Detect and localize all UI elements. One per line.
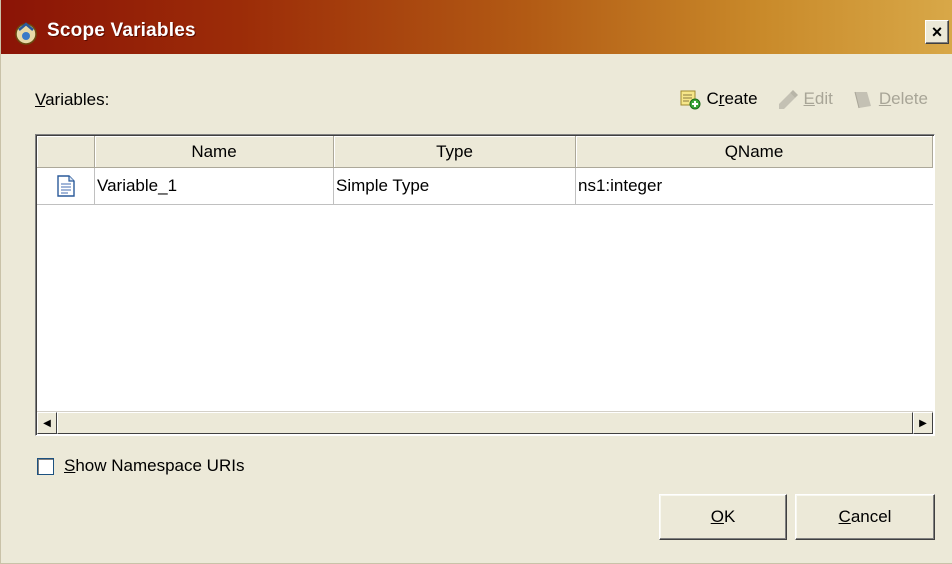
create-icon <box>680 90 701 110</box>
scroll-thumb[interactable] <box>57 412 913 434</box>
variables-label: Variables: <box>35 90 110 109</box>
show-namespace-label[interactable]: Show Namespace URIs <box>64 456 244 476</box>
cancel-button[interactable]: Cancel <box>795 494 935 540</box>
arrow-right-icon: ▶ <box>919 417 927 429</box>
cell-type[interactable]: Simple Type <box>334 168 576 204</box>
variables-toolbar: Create Edit Delete <box>678 88 928 110</box>
ok-button[interactable]: OK <box>659 494 787 540</box>
show-namespace-checkbox[interactable] <box>37 457 54 475</box>
column-header-name[interactable]: Name <box>95 136 334 168</box>
show-namespace-option[interactable]: Show Namespace URIs <box>37 456 244 476</box>
horizontal-scrollbar[interactable]: ◀ ▶ <box>37 411 933 434</box>
header-icon-column <box>37 136 95 168</box>
scroll-right-button[interactable]: ▶ <box>913 412 933 434</box>
create-button[interactable]: Create <box>678 88 758 110</box>
close-icon: × <box>931 22 943 42</box>
column-header-type[interactable]: Type <box>334 136 576 168</box>
scope-variables-dialog: Scope Variables × Variables: Create Edit <box>0 0 952 564</box>
table-header: Name Type QName <box>37 136 933 168</box>
edit-icon <box>778 90 798 109</box>
title-bar[interactable]: Scope Variables × <box>1 0 952 54</box>
create-label: Create <box>706 89 758 108</box>
scroll-left-button[interactable]: ◀ <box>37 412 57 434</box>
cell-qname[interactable]: ns1:integer <box>576 168 933 204</box>
delete-icon <box>854 91 871 109</box>
table-row[interactable]: Variable_1 Simple Type ns1:integer <box>37 168 933 205</box>
arrow-left-icon: ◀ <box>43 417 51 429</box>
edit-button[interactable]: Edit <box>776 88 833 110</box>
edit-label: Edit <box>803 89 833 108</box>
cell-name[interactable]: Variable_1 <box>95 168 334 204</box>
delete-label: Delete <box>878 89 928 108</box>
row-icon-cell <box>37 168 95 204</box>
delete-button[interactable]: Delete <box>851 88 928 110</box>
close-button[interactable]: × <box>925 20 949 44</box>
window-title: Scope Variables <box>47 20 196 41</box>
document-icon <box>56 175 75 197</box>
scope-app-icon <box>15 22 37 45</box>
column-header-qname[interactable]: QName <box>576 136 933 168</box>
variables-table: Name Type QName Variable_1 Simple Type n… <box>35 134 935 436</box>
